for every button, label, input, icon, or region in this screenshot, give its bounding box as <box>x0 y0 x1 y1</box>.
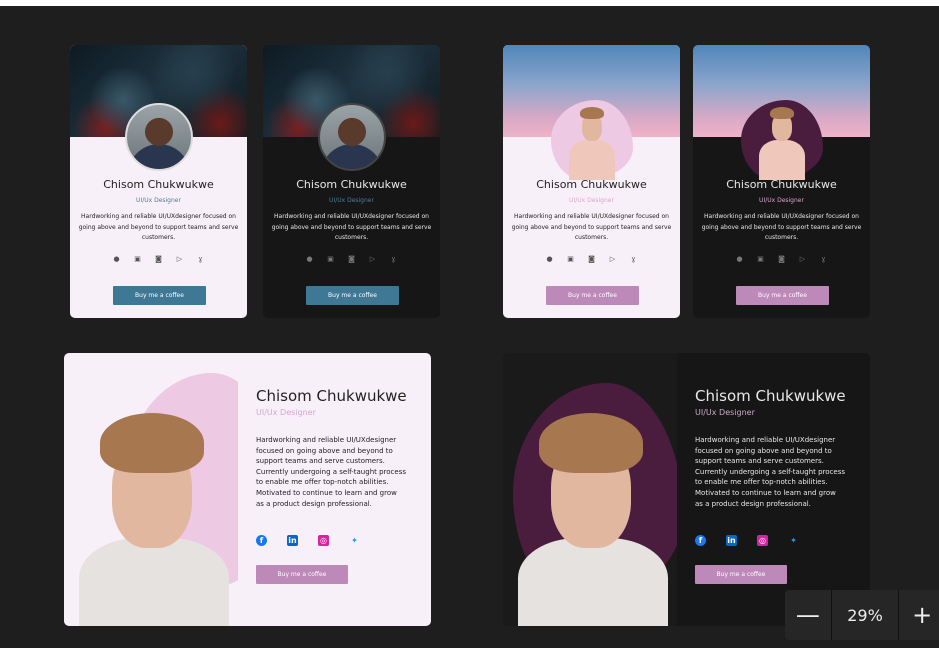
buy-coffee-button[interactable]: Buy me a coffee <box>736 286 829 305</box>
profile-bio: Hardworking and reliable UI/UXdesigner f… <box>701 213 862 241</box>
buy-coffee-button[interactable]: Buy me a coffee <box>695 565 787 584</box>
zoom-out-button[interactable]: — <box>785 590 831 640</box>
social-links: ● ▣ ◙ ▷ ɣ <box>70 255 247 263</box>
avatar <box>563 105 623 180</box>
profile-role: UI/Ux Designer <box>329 197 374 204</box>
top-bar <box>0 0 939 6</box>
buy-coffee-button[interactable]: Buy me a coffee <box>256 565 348 584</box>
profile-card-dark-texture: Chisom Chukwukwe UI/Ux Designer Hardwork… <box>263 45 440 318</box>
facebook-icon[interactable]: f <box>256 535 267 546</box>
instagram-icon[interactable]: ◙ <box>778 255 786 263</box>
profile-role: UI/Ux Designer <box>759 197 804 204</box>
profile-bio: Hardworking and reliable UI/UXdesigner f… <box>271 213 432 241</box>
zoom-in-button[interactable]: + <box>899 590 939 640</box>
large-card-dark: Chisom Chukwukwe UI/Ux Designer Hardwork… <box>503 353 870 626</box>
twitter-icon[interactable]: ✦ <box>788 535 799 546</box>
linkedin-icon[interactable]: ▣ <box>757 255 765 263</box>
zoom-control: — 29% + <box>785 590 939 640</box>
profile-role: UI/Ux Designer <box>695 408 755 417</box>
buy-coffee-button[interactable]: Buy me a coffee <box>546 286 639 305</box>
profile-bio: Hardworking and reliable UI/UXdesigner f… <box>78 213 239 241</box>
twitter-icon[interactable]: ɣ <box>390 255 398 263</box>
buy-coffee-button[interactable]: Buy me a coffee <box>306 286 399 305</box>
social-links: ● ▣ ◙ ▷ ɣ <box>263 255 440 263</box>
profile-name: Chisom Chukwukwe <box>256 387 407 405</box>
linkedin-icon[interactable]: in <box>726 535 737 546</box>
profile-photo <box>64 353 238 626</box>
buy-coffee-button[interactable]: Buy me a coffee <box>113 286 206 305</box>
linkedin-icon[interactable]: ▣ <box>327 255 335 263</box>
profile-card-light-sky: Chisom Chukwukwe UI/Ux Designer Hardwork… <box>503 45 680 318</box>
facebook-icon[interactable]: ● <box>306 255 314 263</box>
profile-bio: Hardworking and reliable UI/UXdesigner f… <box>695 436 845 508</box>
profile-card-dark-sky: Chisom Chukwukwe UI/Ux Designer Hardwork… <box>693 45 870 318</box>
profile-photo <box>503 353 677 626</box>
facebook-icon[interactable]: ● <box>736 255 744 263</box>
instagram-icon[interactable]: ◎ <box>757 535 768 546</box>
instagram-icon[interactable]: ◙ <box>155 255 163 263</box>
profile-name: Chisom Chukwukwe <box>296 178 407 191</box>
profile-card-light-texture: Chisom Chukwukwe UI/Ux Designer Hardwork… <box>70 45 247 318</box>
social-links: ● ▣ ◙ ▷ ɣ <box>503 255 680 263</box>
linkedin-icon[interactable]: ▣ <box>567 255 575 263</box>
instagram-icon[interactable]: ◎ <box>318 535 329 546</box>
avatar <box>318 103 386 171</box>
twitter-icon[interactable]: ɣ <box>820 255 828 263</box>
profile-bio: Hardworking and reliable UI/UXdesigner f… <box>256 436 406 508</box>
social-links: ● ▣ ◙ ▷ ɣ <box>693 255 870 263</box>
profile-role: UI/Ux Designer <box>569 197 614 204</box>
profile-name: Chisom Chukwukwe <box>536 178 647 191</box>
youtube-icon[interactable]: ▷ <box>609 255 617 263</box>
large-card-light: Chisom Chukwukwe UI/Ux Designer Hardwork… <box>64 353 431 626</box>
avatar <box>753 105 813 180</box>
twitter-icon[interactable]: ɣ <box>630 255 638 263</box>
twitter-icon[interactable]: ✦ <box>349 535 360 546</box>
social-links: f in ◎ ✦ <box>256 535 360 546</box>
zoom-level: 29% <box>830 590 900 640</box>
avatar <box>125 103 193 171</box>
social-links: f in ◎ ✦ <box>695 535 799 546</box>
twitter-icon[interactable]: ɣ <box>197 255 205 263</box>
profile-role: UI/Ux Designer <box>136 197 181 204</box>
profile-role: UI/Ux Designer <box>256 408 316 417</box>
youtube-icon[interactable]: ▷ <box>799 255 807 263</box>
linkedin-icon[interactable]: ▣ <box>134 255 142 263</box>
instagram-icon[interactable]: ◙ <box>588 255 596 263</box>
youtube-icon[interactable]: ▷ <box>176 255 184 263</box>
facebook-icon[interactable]: ● <box>546 255 554 263</box>
linkedin-icon[interactable]: in <box>287 535 298 546</box>
facebook-icon[interactable]: f <box>695 535 706 546</box>
youtube-icon[interactable]: ▷ <box>369 255 377 263</box>
profile-name: Chisom Chukwukwe <box>103 178 214 191</box>
profile-name: Chisom Chukwukwe <box>695 387 846 405</box>
instagram-icon[interactable]: ◙ <box>348 255 356 263</box>
profile-name: Chisom Chukwukwe <box>726 178 837 191</box>
facebook-icon[interactable]: ● <box>113 255 121 263</box>
profile-bio: Hardworking and reliable UI/UXdesigner f… <box>511 213 672 241</box>
